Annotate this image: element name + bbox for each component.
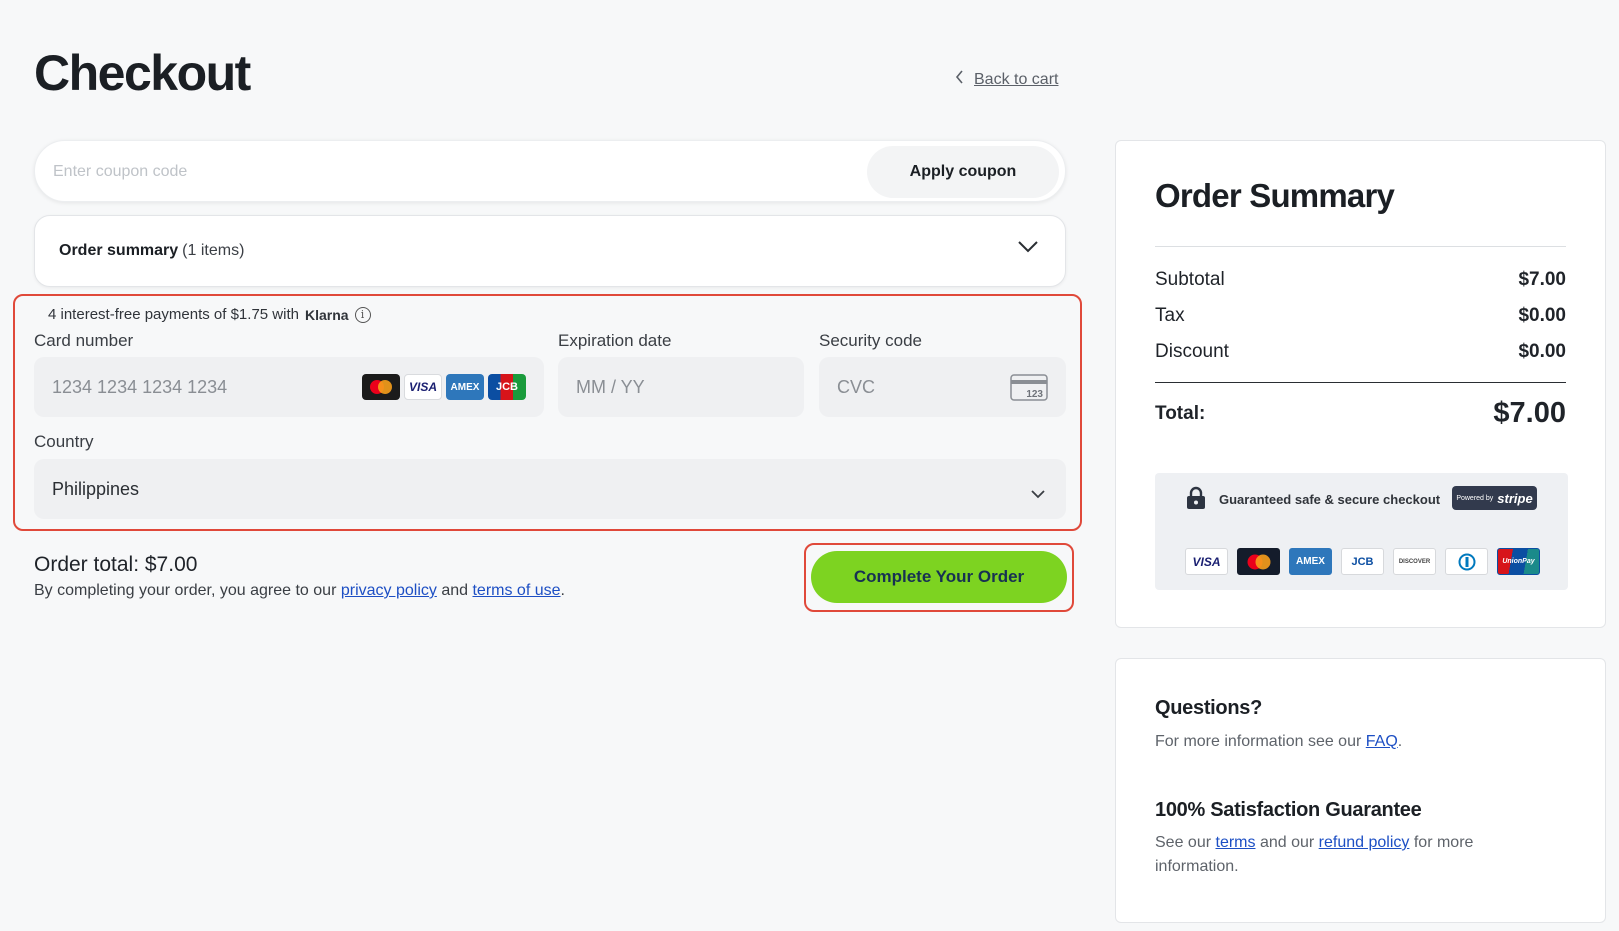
security-code-placeholder: CVC [837, 376, 876, 397]
powered-by-stripe-badge: Powered by stripe [1452, 486, 1537, 510]
tax-value: $0.00 [1518, 305, 1566, 326]
guarantee-mid: and our [1259, 834, 1315, 851]
questions-card: Questions? For more information see our … [1115, 658, 1606, 923]
payment-methods-icons: VISA AMEX JCB DISCOVER UnionPay [1185, 548, 1540, 575]
total-value: $7.00 [1493, 397, 1566, 429]
jcb-icon: JCB [1341, 548, 1384, 575]
amex-icon: AMEX [446, 374, 484, 400]
chevron-left-icon [955, 70, 964, 89]
total-label: Total: [1155, 402, 1206, 424]
order-summary-count: (1 items) [182, 242, 245, 259]
order-summary-card: Order Summary Subtotal $7.00 Tax $0.00 D… [1115, 140, 1606, 628]
terms-of-use-link[interactable]: terms of use [472, 582, 560, 599]
card-number-field[interactable]: 1234 1234 1234 1234 VISA AMEX JCB [34, 357, 544, 417]
info-icon[interactable]: i [354, 306, 371, 323]
visa-icon: VISA [1185, 548, 1228, 575]
apply-coupon-button[interactable]: Apply coupon [867, 146, 1059, 198]
agree-prefix: By completing your order, you agree to o… [34, 582, 337, 599]
subtotal-value: $7.00 [1518, 269, 1566, 290]
card-brand-logos: VISA AMEX JCB [362, 374, 526, 400]
agree-and: and [441, 582, 469, 599]
stripe-logo: stripe [1497, 490, 1533, 506]
discount-value: $0.00 [1518, 341, 1566, 362]
security-code-label: Security code [819, 331, 922, 350]
expiration-field[interactable]: MM / YY [558, 357, 804, 417]
mastercard-icon [1237, 548, 1280, 575]
security-code-field[interactable]: CVC 123 [819, 357, 1066, 417]
agree-period: . [560, 582, 565, 599]
subtotal-row: Subtotal $7.00 [1155, 269, 1566, 291]
klarna-logo: Klarna [304, 306, 349, 323]
privacy-policy-link[interactable]: privacy policy [341, 582, 437, 599]
card-number-label: Card number [34, 331, 134, 350]
coupon-input[interactable] [53, 155, 853, 189]
questions-title: Questions? [1155, 697, 1263, 719]
back-to-cart-link[interactable]: Back to cart [955, 70, 1058, 89]
tax-label: Tax [1155, 305, 1185, 326]
country-label: Country [34, 432, 94, 451]
page-title: Checkout [34, 45, 251, 101]
cvc-card-icon: 123 [1010, 374, 1048, 406]
total-row: Total: $7.00 [1155, 397, 1566, 430]
discount-label: Discount [1155, 341, 1229, 362]
diners-club-icon [1445, 548, 1488, 575]
country-select[interactable]: Philippines [34, 459, 1066, 519]
expiration-placeholder: MM / YY [576, 376, 645, 397]
discount-row: Discount $0.00 [1155, 341, 1566, 363]
klarna-text: 4 interest-free payments of $1.75 with [48, 306, 299, 323]
subtotal-label: Subtotal [1155, 269, 1225, 290]
complete-order-button[interactable]: Complete Your Order [811, 551, 1067, 603]
guarantee-title: 100% Satisfaction Guarantee [1155, 799, 1422, 821]
coupon-bar: Apply coupon [34, 140, 1066, 202]
cvc-icon-text: 123 [1026, 389, 1043, 400]
order-summary-title: Order Summary [1155, 177, 1395, 214]
guarantee-text: See our terms and our refund policy for … [1155, 831, 1515, 879]
jcb-icon: JCB [488, 374, 526, 400]
order-total: Order total: $7.00 [34, 553, 198, 576]
questions-text: For more information see our FAQ. [1155, 730, 1515, 754]
divider [1155, 246, 1566, 247]
order-summary-label: Order summary [59, 242, 179, 259]
guarantee-prefix: See our [1155, 834, 1212, 851]
questions-text-prefix: For more information see our [1155, 733, 1362, 750]
country-value: Philippines [52, 478, 140, 499]
chevron-down-icon [1017, 240, 1039, 259]
refund-policy-link[interactable]: refund policy [1319, 834, 1410, 851]
visa-icon: VISA [404, 374, 442, 400]
expiration-label: Expiration date [558, 331, 672, 350]
discover-icon: DISCOVER [1393, 548, 1436, 575]
chevron-down-icon [1030, 483, 1046, 504]
tax-row: Tax $0.00 [1155, 305, 1566, 327]
lock-icon [1186, 486, 1206, 515]
klarna-message: 4 interest-free payments of $1.75 with K… [48, 306, 371, 323]
faq-link[interactable]: FAQ [1366, 733, 1398, 750]
divider [1155, 382, 1566, 383]
amex-icon: AMEX [1289, 548, 1332, 575]
unionpay-icon: UnionPay [1497, 548, 1540, 575]
order-summary-toggle[interactable]: Order summary (1 items) [34, 215, 1066, 287]
agreement-text: By completing your order, you agree to o… [34, 582, 565, 600]
mastercard-icon [362, 374, 400, 400]
card-number-placeholder: 1234 1234 1234 1234 [52, 376, 228, 397]
terms-link[interactable]: terms [1216, 834, 1256, 851]
questions-text-suffix: . [1397, 733, 1403, 750]
secure-checkout-box: Guaranteed safe & secure checkout Powere… [1155, 473, 1568, 590]
back-to-cart-label: Back to cart [974, 70, 1059, 88]
secure-checkout-text: Guaranteed safe & secure checkout [1219, 492, 1441, 507]
powered-by-text: Powered by [1456, 494, 1494, 502]
